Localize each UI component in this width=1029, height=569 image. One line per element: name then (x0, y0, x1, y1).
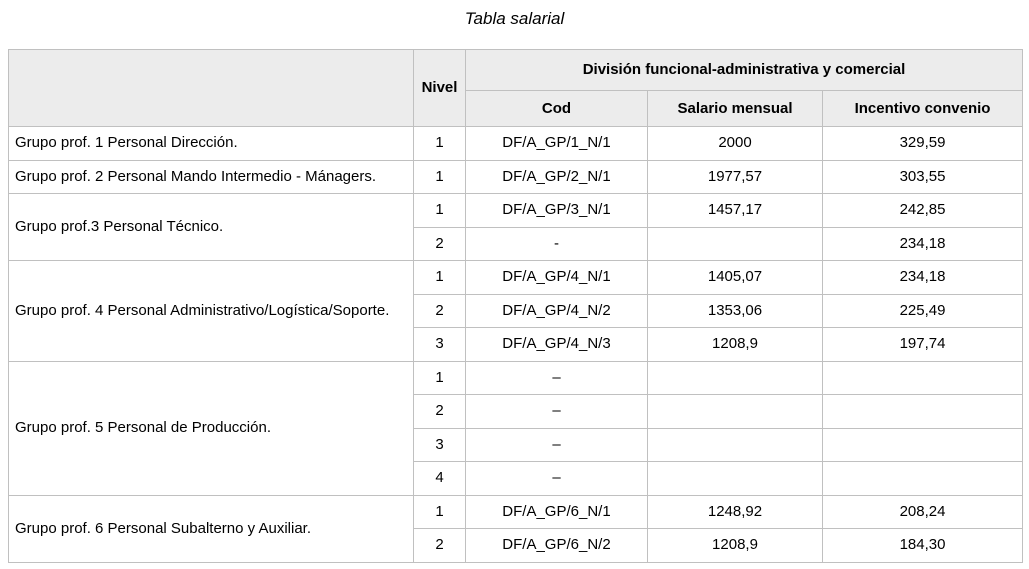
group-label-cell: Grupo prof.3 Personal Técnico. (9, 194, 414, 261)
table-row: Grupo prof. 5 Personal de Producción.1– (9, 361, 1023, 395)
cod-cell: DF/A_GP/4_N/1 (466, 261, 648, 295)
incentivo-cell: 303,55 (823, 160, 1023, 194)
cod-cell: DF/A_GP/4_N/2 (466, 294, 648, 328)
nivel-cell: 1 (414, 261, 466, 295)
salary-table-body: Grupo prof. 1 Personal Dirección.1DF/A_G… (9, 127, 1023, 563)
salario-cell: 1405,07 (648, 261, 823, 295)
nivel-cell: 2 (414, 294, 466, 328)
nivel-cell: 1 (414, 160, 466, 194)
nivel-cell: 1 (414, 361, 466, 395)
cod-cell: - (466, 227, 648, 261)
header-salario: Salario mensual (648, 91, 823, 127)
cod-cell: DF/A_GP/1_N/1 (466, 127, 648, 161)
incentivo-cell: 234,18 (823, 227, 1023, 261)
incentivo-cell: 234,18 (823, 261, 1023, 295)
group-label-cell: Grupo prof. 4 Personal Administrativo/Lo… (9, 261, 414, 362)
salary-table: Nivel División funcional-administrativa … (8, 49, 1023, 563)
incentivo-cell: 184,30 (823, 529, 1023, 563)
page-title: Tabla salarial (0, 9, 1029, 29)
cod-cell: – (466, 428, 648, 462)
table-row: Grupo prof.3 Personal Técnico.1DF/A_GP/3… (9, 194, 1023, 228)
table-row: Grupo prof. 4 Personal Administrativo/Lo… (9, 261, 1023, 295)
cod-cell: DF/A_GP/6_N/2 (466, 529, 648, 563)
table-row: Grupo prof. 6 Personal Subalterno y Auxi… (9, 495, 1023, 529)
salario-cell: 1977,57 (648, 160, 823, 194)
incentivo-cell: 197,74 (823, 328, 1023, 362)
nivel-cell: 3 (414, 428, 466, 462)
table-row: Grupo prof. 2 Personal Mando Intermedio … (9, 160, 1023, 194)
cod-cell: – (466, 361, 648, 395)
nivel-cell: 1 (414, 194, 466, 228)
nivel-cell: 4 (414, 462, 466, 496)
header-nivel: Nivel (414, 50, 466, 127)
incentivo-cell: 242,85 (823, 194, 1023, 228)
cod-cell: – (466, 395, 648, 429)
salario-cell: 1353,06 (648, 294, 823, 328)
nivel-cell: 2 (414, 529, 466, 563)
incentivo-cell: 329,59 (823, 127, 1023, 161)
table-row: Grupo prof. 1 Personal Dirección.1DF/A_G… (9, 127, 1023, 161)
cod-cell: DF/A_GP/2_N/1 (466, 160, 648, 194)
incentivo-cell (823, 361, 1023, 395)
nivel-cell: 3 (414, 328, 466, 362)
group-label-cell: Grupo prof. 1 Personal Dirección. (9, 127, 414, 161)
group-label-cell: Grupo prof. 5 Personal de Producción. (9, 361, 414, 495)
group-label-cell: Grupo prof. 2 Personal Mando Intermedio … (9, 160, 414, 194)
group-label-cell: Grupo prof. 6 Personal Subalterno y Auxi… (9, 495, 414, 562)
salario-cell (648, 395, 823, 429)
cod-cell: DF/A_GP/6_N/1 (466, 495, 648, 529)
incentivo-cell: 208,24 (823, 495, 1023, 529)
salario-cell: 1208,9 (648, 529, 823, 563)
salario-cell: 1457,17 (648, 194, 823, 228)
nivel-cell: 2 (414, 395, 466, 429)
nivel-cell: 1 (414, 127, 466, 161)
incentivo-cell (823, 395, 1023, 429)
incentivo-cell (823, 462, 1023, 496)
header-incentivo: Incentivo convenio (823, 91, 1023, 127)
salario-cell (648, 361, 823, 395)
header-row-1: Nivel División funcional-administrativa … (9, 50, 1023, 91)
nivel-cell: 2 (414, 227, 466, 261)
header-cod: Cod (466, 91, 648, 127)
salario-cell: 1248,92 (648, 495, 823, 529)
incentivo-cell: 225,49 (823, 294, 1023, 328)
salario-cell: 2000 (648, 127, 823, 161)
cod-cell: DF/A_GP/3_N/1 (466, 194, 648, 228)
salario-cell (648, 428, 823, 462)
salario-cell (648, 227, 823, 261)
header-division: División funcional-administrativa y come… (466, 50, 1023, 91)
corner-cell (9, 50, 414, 127)
salario-cell: 1208,9 (648, 328, 823, 362)
cod-cell: DF/A_GP/4_N/3 (466, 328, 648, 362)
cod-cell: – (466, 462, 648, 496)
salario-cell (648, 462, 823, 496)
incentivo-cell (823, 428, 1023, 462)
nivel-cell: 1 (414, 495, 466, 529)
